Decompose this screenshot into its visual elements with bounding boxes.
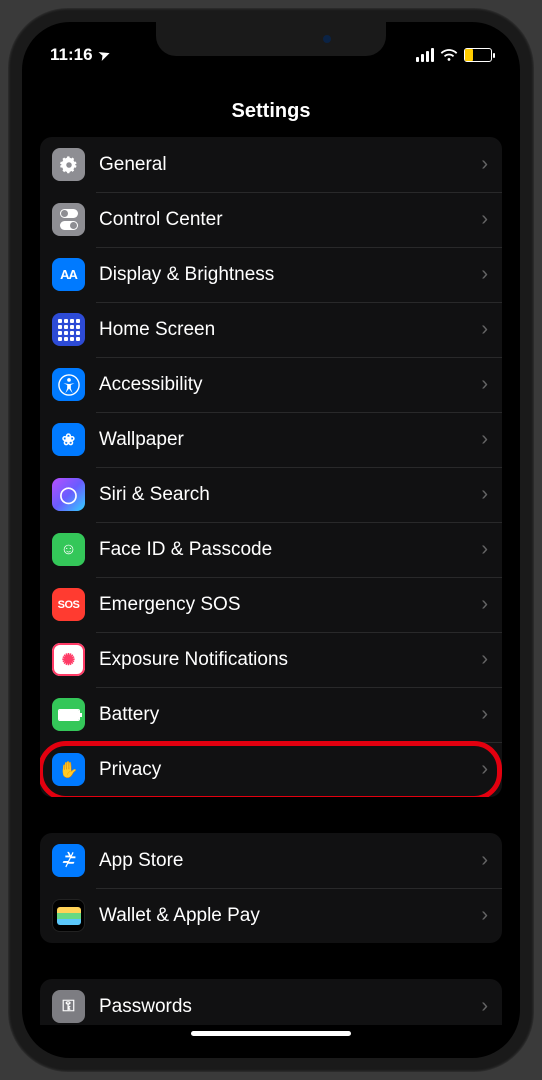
settings-row-wallpaper[interactable]: ❀ Wallpaper› — [40, 412, 502, 467]
chevron-right-icon: › — [481, 849, 488, 872]
settings-row-accessibility[interactable]: Accessibility› — [40, 357, 502, 412]
row-label: Wallet & Apple Pay — [99, 905, 481, 927]
key-icon: ⚿ — [52, 990, 85, 1023]
row-label: Face ID & Passcode — [99, 539, 481, 561]
nav-header: Settings — [22, 74, 520, 137]
row-label: Display & Brightness — [99, 264, 481, 286]
settings-row-control-center[interactable]: Control Center› — [40, 192, 502, 247]
row-label: Passwords — [99, 996, 481, 1018]
settings-row-privacy[interactable]: ✋ Privacy› — [40, 742, 502, 797]
phone-frame: 11:16 ➤ Settings General›Control Center›… — [8, 8, 534, 1072]
chevron-right-icon: › — [481, 208, 488, 231]
wallet-icon — [52, 899, 85, 932]
settings-row-display-brightness[interactable]: AA Display & Brightness› — [40, 247, 502, 302]
screen: 11:16 ➤ Settings General›Control Center›… — [22, 22, 520, 1058]
sos-icon: SOS — [52, 588, 85, 621]
chevron-right-icon: › — [481, 758, 488, 781]
chevron-right-icon: › — [481, 373, 488, 396]
wifi-icon — [440, 48, 458, 62]
flower-icon: ❀ — [52, 423, 85, 456]
siri-icon: ◯ — [52, 478, 85, 511]
settings-row-emergency-sos[interactable]: SOS Emergency SOS› — [40, 577, 502, 632]
chevron-right-icon: › — [481, 904, 488, 927]
home-indicator[interactable] — [191, 1031, 351, 1036]
settings-row-general[interactable]: General› — [40, 137, 502, 192]
row-label: Control Center — [99, 209, 481, 231]
row-label: Privacy — [99, 759, 481, 781]
appstore-icon — [52, 844, 85, 877]
exposure-icon: ✺ — [52, 643, 85, 676]
row-label: Battery — [99, 704, 481, 726]
chevron-right-icon: › — [481, 263, 488, 286]
row-label: App Store — [99, 850, 481, 872]
page-title: Settings — [22, 100, 520, 123]
chevron-right-icon: › — [481, 428, 488, 451]
chevron-right-icon: › — [481, 593, 488, 616]
chevron-right-icon: › — [481, 318, 488, 341]
gear-icon — [52, 148, 85, 181]
settings-row-battery[interactable]: Battery› — [40, 687, 502, 742]
settings-row-home-screen[interactable]: Home Screen› — [40, 302, 502, 357]
battery-icon — [52, 698, 85, 731]
battery-icon — [464, 48, 492, 62]
row-label: Exposure Notifications — [99, 649, 481, 671]
row-label: Emergency SOS — [99, 594, 481, 616]
chevron-right-icon: › — [481, 995, 488, 1018]
chevron-right-icon: › — [481, 648, 488, 671]
hand-icon: ✋ — [52, 753, 85, 786]
row-label: Wallpaper — [99, 429, 481, 451]
settings-row-passwords[interactable]: ⚿ Passwords› — [40, 979, 502, 1025]
settings-row-app-store[interactable]: App Store› — [40, 833, 502, 888]
settings-group: ⚿ Passwords› — [40, 979, 502, 1025]
settings-row-wallet-apple-pay[interactable]: Wallet & Apple Pay› — [40, 888, 502, 943]
text-size-icon: AA — [52, 258, 85, 291]
settings-list[interactable]: General›Control Center›AADisplay & Brigh… — [22, 137, 520, 1025]
row-label: Home Screen — [99, 319, 481, 341]
grid-icon — [52, 313, 85, 346]
notch — [156, 22, 386, 56]
accessibility-icon — [52, 368, 85, 401]
row-label: Siri & Search — [99, 484, 481, 506]
settings-group: App Store›Wallet & Apple Pay› — [40, 833, 502, 943]
faceid-icon: ☺ — [52, 533, 85, 566]
settings-group: General›Control Center›AADisplay & Brigh… — [40, 137, 502, 797]
row-label: Accessibility — [99, 374, 481, 396]
cellular-signal-icon — [416, 48, 434, 62]
settings-row-face-id-passcode[interactable]: ☺ Face ID & Passcode› — [40, 522, 502, 577]
chevron-right-icon: › — [481, 538, 488, 561]
settings-row-exposure-notifications[interactable]: ✺ Exposure Notifications› — [40, 632, 502, 687]
chevron-right-icon: › — [481, 483, 488, 506]
settings-row-siri-search[interactable]: ◯ Siri & Search› — [40, 467, 502, 522]
chevron-right-icon: › — [481, 703, 488, 726]
row-label: General — [99, 154, 481, 176]
location-icon: ➤ — [96, 46, 112, 65]
clock: 11:16 — [50, 45, 93, 65]
switches-icon — [52, 203, 85, 236]
chevron-right-icon: › — [481, 153, 488, 176]
